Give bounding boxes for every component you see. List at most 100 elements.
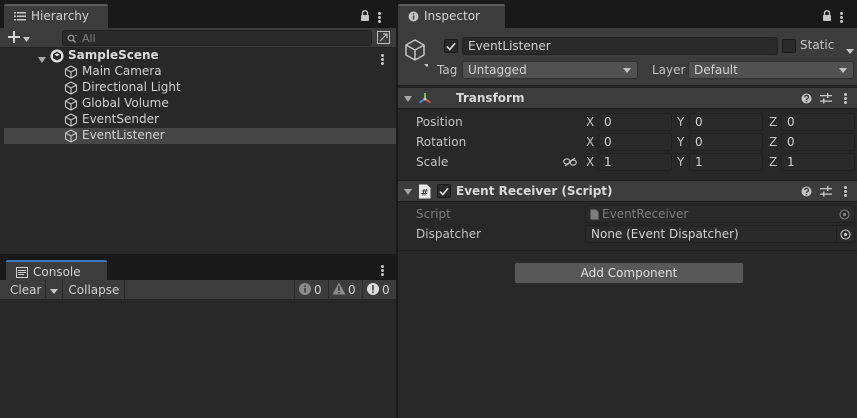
- transform-header[interactable]: Transform: [398, 87, 857, 109]
- axis-y-label: Y: [677, 135, 685, 149]
- collapse-button-label: Collapse: [68, 282, 120, 297]
- static-checkbox[interactable]: [782, 39, 796, 53]
- tab-console-label: Console: [33, 265, 81, 279]
- axis-x-label: X: [586, 115, 595, 129]
- list-item[interactable]: EventSender: [0, 112, 396, 128]
- event-receiver-title: Event Receiver (Script): [456, 184, 613, 198]
- script-icon: #: [418, 184, 431, 202]
- scene-menu-dots-icon[interactable]: [381, 53, 384, 65]
- foldout-arrow-icon[interactable]: [404, 189, 412, 195]
- tab-hierarchy[interactable]: Hierarchy: [4, 4, 108, 28]
- error-icon: [366, 282, 380, 299]
- tab-hierarchy-label: Hierarchy: [31, 9, 90, 23]
- rotation-x-field[interactable]: 0: [598, 133, 672, 151]
- clear-button[interactable]: Clear: [0, 279, 47, 300]
- list-item[interactable]: Main Camera: [0, 64, 396, 80]
- object-picker-icon[interactable]: [836, 226, 854, 242]
- component-divider: [398, 250, 857, 251]
- hierarchy-toolbar: All: [0, 28, 396, 48]
- script-field: EventReceiver: [585, 205, 855, 223]
- add-component-button[interactable]: Add Component: [514, 262, 744, 284]
- chevron-down-icon[interactable]: [846, 43, 854, 57]
- tag-dropdown[interactable]: Untagged: [462, 61, 638, 79]
- list-item-label: Global Volume: [82, 96, 169, 110]
- warning-toggle[interactable]: 0: [328, 280, 359, 300]
- list-item-label: Main Camera: [82, 64, 162, 78]
- hierarchy-tabstrip: Hierarchy: [0, 0, 396, 28]
- tag-value: Untagged: [468, 63, 527, 77]
- help-icon[interactable]: [801, 186, 812, 200]
- plus-icon: [8, 30, 20, 46]
- tab-inspector[interactable]: Inspector: [398, 4, 505, 28]
- hierarchy-search[interactable]: All: [62, 30, 372, 46]
- preset-icon[interactable]: [820, 93, 832, 107]
- component-menu-dots-icon[interactable]: [844, 93, 847, 104]
- axis-y-label: Y: [677, 115, 685, 129]
- info-count: 0: [314, 283, 322, 297]
- scene-visibility-icon[interactable]: [377, 31, 390, 47]
- search-placeholder: All: [82, 32, 96, 45]
- link-icon[interactable]: [563, 156, 577, 170]
- list-item-label: Directional Light: [82, 80, 181, 94]
- dispatcher-field[interactable]: None (Event Dispatcher): [585, 225, 855, 243]
- info-icon: [298, 282, 312, 299]
- lock-icon[interactable]: [822, 10, 832, 24]
- transform-title: Transform: [456, 91, 525, 105]
- console-icon: [16, 266, 28, 278]
- rotation-z-field[interactable]: 0: [781, 133, 855, 151]
- axis-z-label: Z: [769, 155, 778, 169]
- layer-value: Default: [694, 63, 738, 77]
- list-item-label: EventSender: [82, 112, 159, 126]
- list-item-label: EventListener: [82, 128, 165, 142]
- search-icon: [67, 33, 78, 47]
- component-menu-dots-icon[interactable]: [844, 186, 847, 197]
- list-item[interactable]: Directional Light: [0, 80, 396, 96]
- list-item-selected[interactable]: EventListener: [4, 128, 396, 144]
- component-enabled-checkbox[interactable]: [437, 184, 451, 198]
- axis-x-label: X: [586, 135, 595, 149]
- scale-z-field[interactable]: 1: [781, 153, 855, 171]
- object-picker-icon: [839, 209, 850, 223]
- lock-icon[interactable]: [360, 10, 370, 24]
- create-button[interactable]: [8, 30, 38, 46]
- chevron-down-icon: [623, 68, 631, 73]
- menu-dots-icon[interactable]: [840, 11, 843, 23]
- help-icon[interactable]: [801, 93, 812, 107]
- position-x-field[interactable]: 0: [598, 113, 672, 131]
- scene-name: SampleScene: [68, 48, 159, 62]
- transform-icon: [418, 92, 432, 109]
- console-menu-dots-icon[interactable]: [381, 265, 384, 276]
- script-label: Script: [416, 207, 451, 221]
- position-z-field[interactable]: 0: [781, 113, 855, 131]
- scale-y-field[interactable]: 1: [689, 153, 763, 171]
- active-checkbox[interactable]: [444, 39, 458, 53]
- foldout-arrow-icon[interactable]: [404, 96, 412, 102]
- svg-text:#: #: [421, 189, 429, 199]
- position-y-field[interactable]: 0: [689, 113, 763, 131]
- collapse-button[interactable]: Collapse: [63, 279, 126, 300]
- script-value: EventReceiver: [602, 207, 689, 221]
- axis-z-label: Z: [769, 135, 778, 149]
- rotation-y-field[interactable]: 0: [689, 133, 763, 151]
- menu-dots-icon[interactable]: [378, 11, 381, 23]
- error-toggle[interactable]: 0: [362, 280, 393, 300]
- add-component-label: Add Component: [580, 266, 678, 280]
- clear-options-dropdown[interactable]: [46, 279, 64, 300]
- object-name-input[interactable]: EventListener: [462, 37, 778, 55]
- warning-count: 0: [348, 283, 356, 297]
- dispatcher-value: None (Event Dispatcher): [591, 227, 739, 241]
- preset-icon[interactable]: [820, 186, 832, 200]
- static-label: Static: [800, 38, 835, 52]
- list-item[interactable]: Global Volume: [0, 96, 396, 112]
- object-name: EventListener: [468, 39, 551, 53]
- gameobject-cube-icon[interactable]: [404, 38, 430, 71]
- layer-dropdown[interactable]: Default: [688, 61, 854, 79]
- inspector-panel: Inspector EventListener Static Tag Untag…: [398, 0, 857, 418]
- info-toggle[interactable]: 0: [294, 280, 325, 300]
- scale-x-field[interactable]: 1: [598, 153, 672, 171]
- scale-label: Scale: [416, 155, 449, 169]
- list-icon: [14, 11, 26, 21]
- scene-row[interactable]: SampleScene: [0, 48, 396, 64]
- chevron-down-icon: [839, 68, 847, 73]
- event-receiver-header[interactable]: # Event Receiver (Script): [398, 180, 857, 202]
